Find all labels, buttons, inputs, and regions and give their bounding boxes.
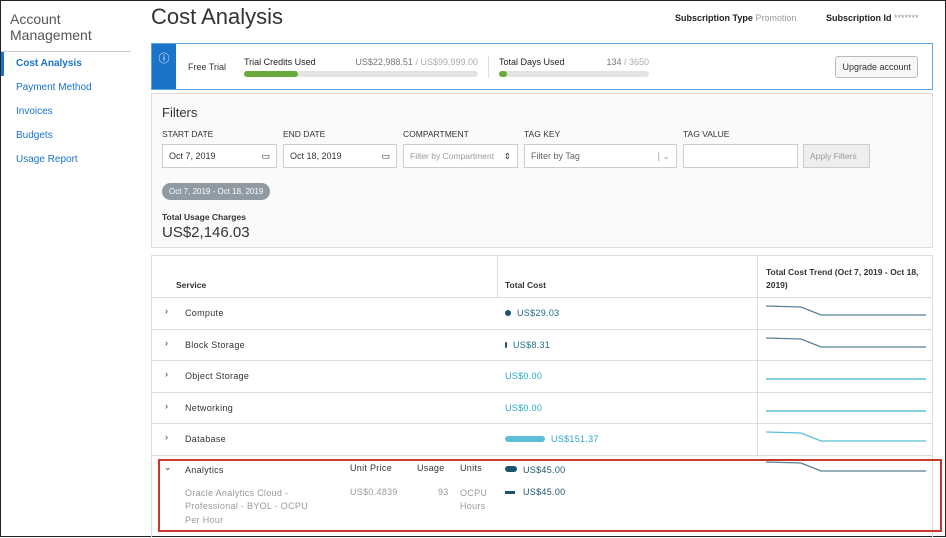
tag-key-placeholder: Filter by Tag — [531, 151, 580, 161]
cost-bar — [505, 436, 545, 442]
compartment-select[interactable]: Filter by Compartment ⇕ — [403, 144, 518, 168]
start-date-input[interactable]: Oct 7, 2019 ▭ — [162, 144, 277, 168]
subscription-id: Subscription Id ******* — [826, 13, 919, 23]
updown-icon: ⇕ — [503, 150, 511, 161]
end-date-value: Oct 18, 2019 — [290, 151, 342, 161]
table-row-block-storage[interactable]: › Block Storage US$8.31 — [152, 329, 932, 361]
credits-bar — [244, 70, 478, 77]
filters-title: Filters — [162, 105, 198, 120]
tag-key-select[interactable]: Filter by Tag | ⌄ — [524, 144, 677, 168]
sidebar-item-payment-method[interactable]: Payment Method — [1, 76, 141, 100]
tag-key-label: TAG KEY — [524, 129, 561, 139]
table-row-compute[interactable]: › Compute US$29.03 — [152, 298, 932, 330]
compartment-label: COMPARTMENT — [403, 129, 469, 139]
total-usage-value: US$2,146.03 — [162, 224, 250, 241]
tag-value-input[interactable] — [683, 144, 798, 168]
credits-value: US$22,988.51 — [355, 56, 413, 67]
compartment-placeholder: Filter by Compartment — [410, 151, 495, 161]
trend-sparkline — [766, 336, 926, 348]
table-row-database[interactable]: › Database US$151.37 — [152, 424, 932, 456]
header-total-cost: Total Cost — [505, 280, 546, 290]
days-bar — [499, 70, 649, 77]
credits-label: Trial Credits Used — [244, 56, 316, 67]
service-cost: US$151.37 — [551, 434, 599, 444]
credits-total: / US$99,999.00 — [412, 56, 478, 67]
service-name: Block Storage — [185, 339, 245, 350]
trend-sparkline — [766, 305, 926, 316]
trend-line — [766, 336, 926, 348]
chevron-right-icon[interactable]: › — [165, 432, 168, 442]
subscription-id-label: Subscription Id — [826, 13, 892, 23]
service-cost: US$0.00 — [505, 371, 543, 381]
table-row-networking[interactable]: › Networking US$0.00 — [152, 392, 932, 424]
header-trend: Total Cost Trend (Oct 7, 2019 - Oct 18, … — [766, 267, 919, 290]
days-meter: Total Days Used 134 / 3650 — [499, 57, 649, 77]
chevron-right-icon[interactable]: › — [165, 401, 168, 411]
service-name: Database — [185, 434, 226, 444]
sidebar-item-cost-analysis[interactable]: Cost Analysis — [1, 52, 141, 76]
end-date-input[interactable]: Oct 18, 2019 ▭ — [283, 144, 397, 168]
service-name: Compute — [185, 308, 224, 318]
table-row-object-storage[interactable]: › Object Storage US$0.00 — [152, 361, 932, 393]
days-total: / 3650 — [621, 56, 649, 67]
service-cost: US$8.31 — [513, 339, 551, 350]
subscription-type-value: Promotion — [755, 13, 797, 23]
trend-line — [766, 305, 926, 316]
days-label: Total Days Used — [499, 56, 565, 67]
calendar-icon[interactable]: ▭ — [261, 151, 270, 162]
credits-meter: Trial Credits Used US$22,988.51 / US$99,9… — [244, 57, 478, 77]
chevron-down-icon: | ⌄ — [657, 150, 670, 161]
subscription-type-label: Subscription Type — [675, 13, 753, 23]
divider — [488, 55, 489, 78]
date-range-chip[interactable]: Oct 7, 2019 - Oct 18, 2019 — [162, 183, 271, 200]
tag-value-label: TAG VALUE — [683, 129, 730, 139]
sidebar: Account Management Cost Analysis Payment… — [1, 1, 141, 172]
subscription-type: Subscription Type Promotion — [675, 13, 796, 23]
header-service: Service — [176, 280, 207, 290]
service-name: Networking — [185, 402, 234, 413]
trend-sparkline — [766, 409, 926, 412]
chevron-right-icon[interactable]: › — [165, 369, 168, 379]
start-date-value: Oct 7, 2019 — [169, 151, 216, 161]
chevron-right-icon[interactable]: › — [165, 306, 168, 316]
sidebar-item-invoices[interactable]: Invoices — [1, 100, 141, 124]
trend-line — [766, 431, 926, 442]
plan-label: Free Trial — [188, 61, 227, 72]
trial-banner: ⓘ Free Trial Trial Credits Used US$22,988… — [151, 43, 933, 90]
apply-filters-button[interactable]: Apply Filters — [803, 144, 870, 168]
start-date-label: START DATE — [162, 129, 214, 139]
page-title: Cost Analysis — [151, 4, 284, 29]
highlight-box — [158, 459, 942, 532]
upgrade-account-button[interactable]: Upgrade account — [835, 55, 918, 78]
trend-sparkline — [766, 431, 926, 442]
service-cost: US$0.00 — [505, 402, 543, 413]
total-usage-label: Total Usage Charges — [162, 212, 246, 222]
info-icon: ⓘ — [152, 44, 176, 89]
calendar-icon[interactable]: ▭ — [381, 151, 390, 162]
table-header: Service Total Cost Total Cost Trend (Oct… — [152, 256, 932, 298]
trend-sparkline — [766, 378, 926, 380]
days-value: 134 — [606, 56, 622, 67]
service-name: Object Storage — [185, 371, 250, 381]
cost-bar — [505, 310, 511, 316]
filters-panel: Filters START DATE END DATE COMPARTMENT … — [151, 93, 933, 248]
cost-bar — [505, 341, 507, 348]
chevron-right-icon[interactable]: › — [165, 338, 168, 348]
sidebar-item-budgets[interactable]: Budgets — [1, 124, 141, 148]
end-date-label: END DATE — [283, 129, 326, 139]
sidebar-title: Account Management — [1, 1, 131, 52]
subscription-id-value: ******* — [894, 13, 919, 23]
service-cost: US$29.03 — [517, 308, 560, 318]
sidebar-item-usage-report[interactable]: Usage Report — [1, 148, 141, 172]
